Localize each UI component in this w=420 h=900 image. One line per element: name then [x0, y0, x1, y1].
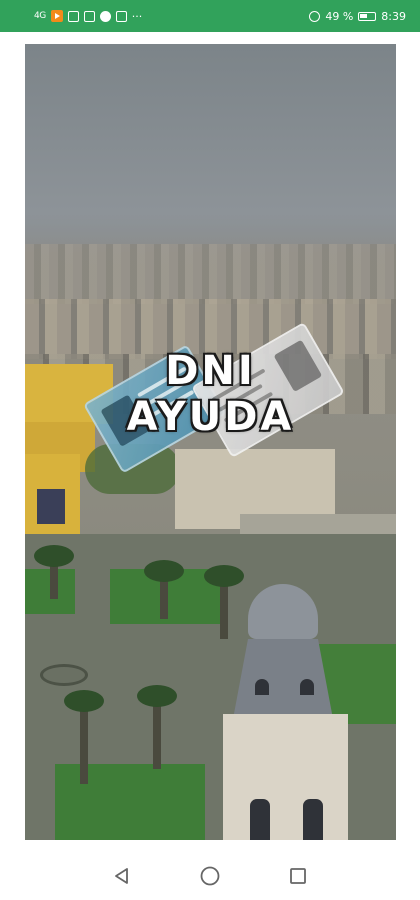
- home-notification-icon: [115, 10, 127, 22]
- app-title-line1: DNI: [165, 348, 256, 394]
- status-bar: 4G ··· 49 % 8:39: [0, 0, 420, 32]
- palm-tree: [64, 690, 104, 784]
- app-title-line2: AYUDA: [126, 394, 295, 440]
- home-button[interactable]: [197, 863, 223, 889]
- sky-haze: [25, 44, 396, 254]
- palm-tree: [34, 545, 74, 599]
- tower-dome: [248, 584, 318, 639]
- status-left-icons: 4G ···: [34, 10, 142, 23]
- splash-image: DNI AYUDA: [25, 44, 396, 840]
- app-notification-icon: [67, 10, 79, 22]
- battery-icon: [358, 11, 377, 21]
- recents-square-icon: [290, 868, 306, 884]
- tower-window: [300, 679, 314, 695]
- more-notifications-icon: ···: [131, 9, 143, 23]
- palm-tree: [137, 685, 177, 769]
- message-notification-icon: [83, 10, 95, 22]
- lawn: [55, 764, 205, 840]
- signal-icon: 4G: [34, 11, 46, 21]
- building-window: [37, 489, 65, 524]
- tower-arch: [250, 799, 270, 840]
- back-button[interactable]: [109, 863, 135, 889]
- tower-body: [223, 714, 348, 840]
- youtube-notification-icon: [50, 10, 63, 22]
- app-title: DNI AYUDA: [25, 349, 396, 441]
- back-triangle-icon: [115, 868, 128, 884]
- battery-percent: 49 %: [325, 9, 354, 23]
- alarm-icon: [309, 10, 321, 22]
- palm-tree: [144, 560, 184, 619]
- tower-arch: [303, 799, 323, 840]
- recents-button[interactable]: [285, 863, 311, 889]
- tower-upper: [233, 639, 333, 719]
- navigation-bar: [0, 852, 420, 900]
- clock: 8:39: [381, 9, 406, 23]
- chrome-notification-icon: [99, 10, 111, 22]
- status-right-icons: 49 % 8:39: [309, 10, 406, 23]
- tower-window: [255, 679, 269, 695]
- city-skyline-far: [25, 244, 396, 304]
- cathedral-tower: [205, 584, 355, 840]
- home-circle-icon: [200, 866, 220, 886]
- fountain: [40, 664, 88, 686]
